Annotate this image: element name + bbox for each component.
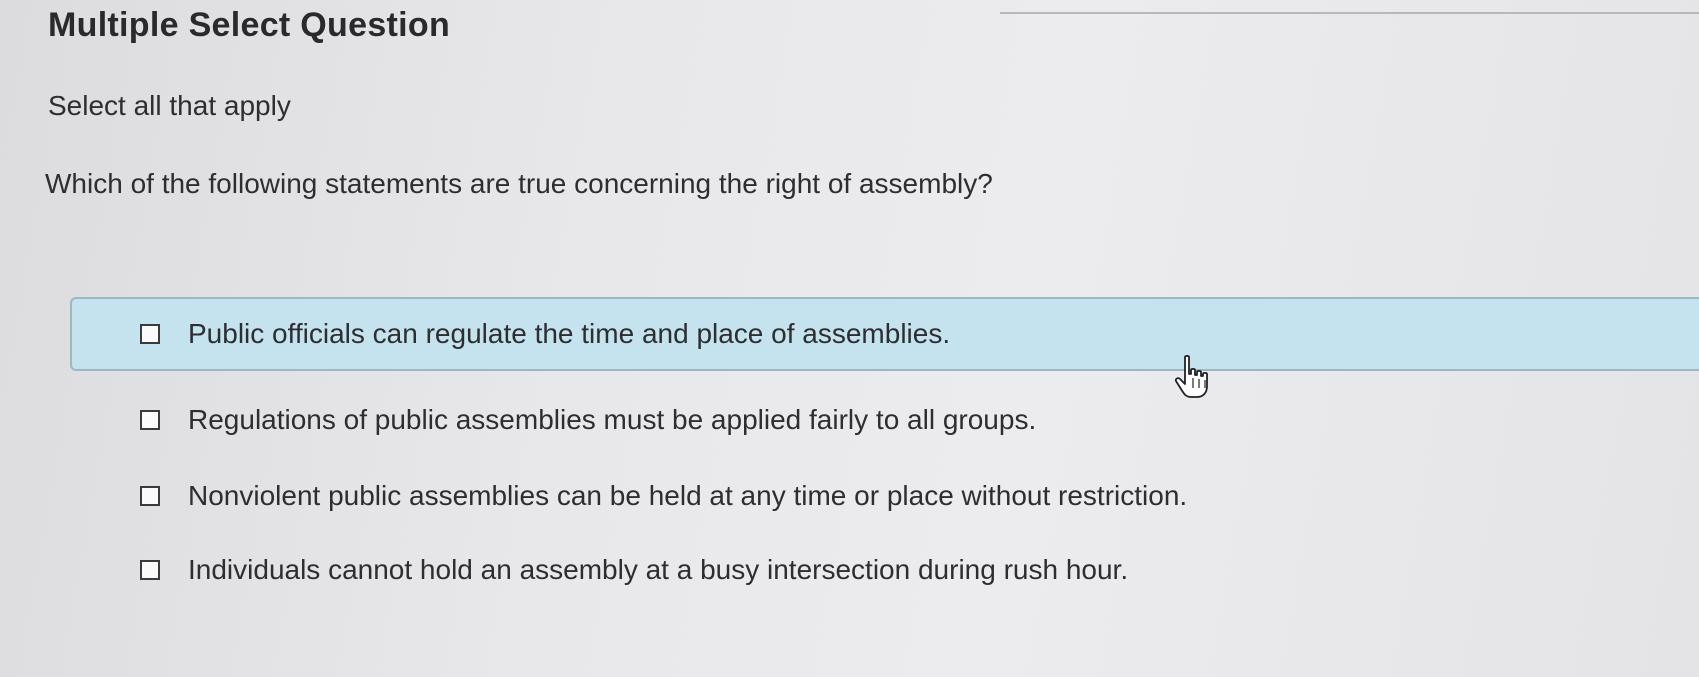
answer-option-label: Regulations of public assemblies must be… [188, 404, 1037, 435]
checkbox-icon[interactable] [140, 324, 160, 344]
checkbox-icon[interactable] [140, 560, 160, 580]
question-type-heading: Multiple Select Question [48, 6, 451, 44]
answer-option-label: Nonviolent public assemblies can be held… [188, 480, 1188, 511]
top-divider [1000, 12, 1699, 14]
checkbox-icon[interactable] [140, 486, 160, 506]
question-prompt: Which of the following statements are tr… [45, 168, 993, 199]
hand-pointer-icon [1174, 354, 1208, 398]
answer-option-3[interactable]: Nonviolent public assemblies can be held… [70, 466, 1370, 526]
instruction-text: Select all that apply [48, 90, 291, 121]
answer-option-label: Individuals cannot hold an assembly at a… [188, 554, 1129, 585]
answer-option-1[interactable]: Public officials can regulate the time a… [70, 297, 1699, 371]
checkbox-icon[interactable] [140, 410, 160, 430]
answer-option-label: Public officials can regulate the time a… [188, 318, 951, 349]
answer-option-4[interactable]: Individuals cannot hold an assembly at a… [70, 540, 1370, 600]
